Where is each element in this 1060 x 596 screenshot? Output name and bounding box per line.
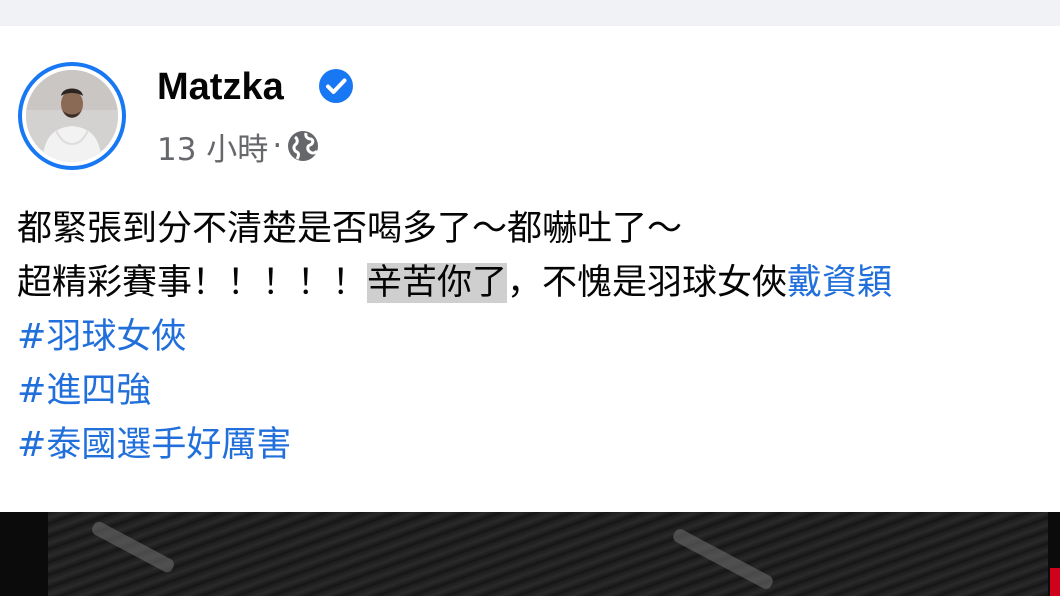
post-message: 都緊張到分不清楚是否喝多了～都嚇吐了～ 超精彩賽事！！！！！辛苦你了，不愧是羽球…	[17, 202, 1060, 472]
verified-badge-icon	[319, 69, 353, 103]
author-name[interactable]: Matzka	[157, 64, 284, 110]
facebook-page: Matzka 13 小時 · 都緊張到分不清楚是否喝多了～都嚇吐了～ 超精彩賽事…	[0, 0, 1060, 596]
hashtag-link[interactable]: #進四強	[17, 364, 1060, 418]
message-text: 超精彩賽事！！！！！	[17, 263, 368, 303]
author-avatar-link[interactable]	[18, 62, 126, 170]
video-texture	[89, 519, 177, 575]
avatar	[26, 70, 118, 162]
video-red-marker	[1050, 568, 1060, 596]
message-text: ，不愧是羽球女俠	[507, 263, 788, 303]
mention-link[interactable]: 戴資穎	[787, 263, 892, 303]
post-meta: 13 小時 ·	[157, 124, 320, 168]
person-avatar-icon	[26, 70, 118, 162]
post-timestamp[interactable]: 13 小時	[157, 124, 268, 169]
message-line-2: 超精彩賽事！！！！！辛苦你了，不愧是羽球女俠戴資穎	[17, 256, 1060, 310]
globe-icon[interactable]	[286, 129, 320, 163]
hashtag-link[interactable]: #羽球女俠	[17, 310, 1060, 364]
video-frame	[48, 512, 1048, 596]
video-texture	[671, 526, 775, 592]
meta-separator: ·	[272, 128, 283, 164]
hashtag-link[interactable]: #泰國選手好厲害	[17, 418, 1060, 472]
post-card: Matzka 13 小時 · 都緊張到分不清楚是否喝多了～都嚇吐了～ 超精彩賽事…	[0, 26, 1060, 512]
highlighted-text: 辛苦你了	[367, 263, 508, 303]
post-video[interactable]	[0, 512, 1060, 596]
message-line-1: 都緊張到分不清楚是否喝多了～都嚇吐了～	[17, 209, 683, 249]
